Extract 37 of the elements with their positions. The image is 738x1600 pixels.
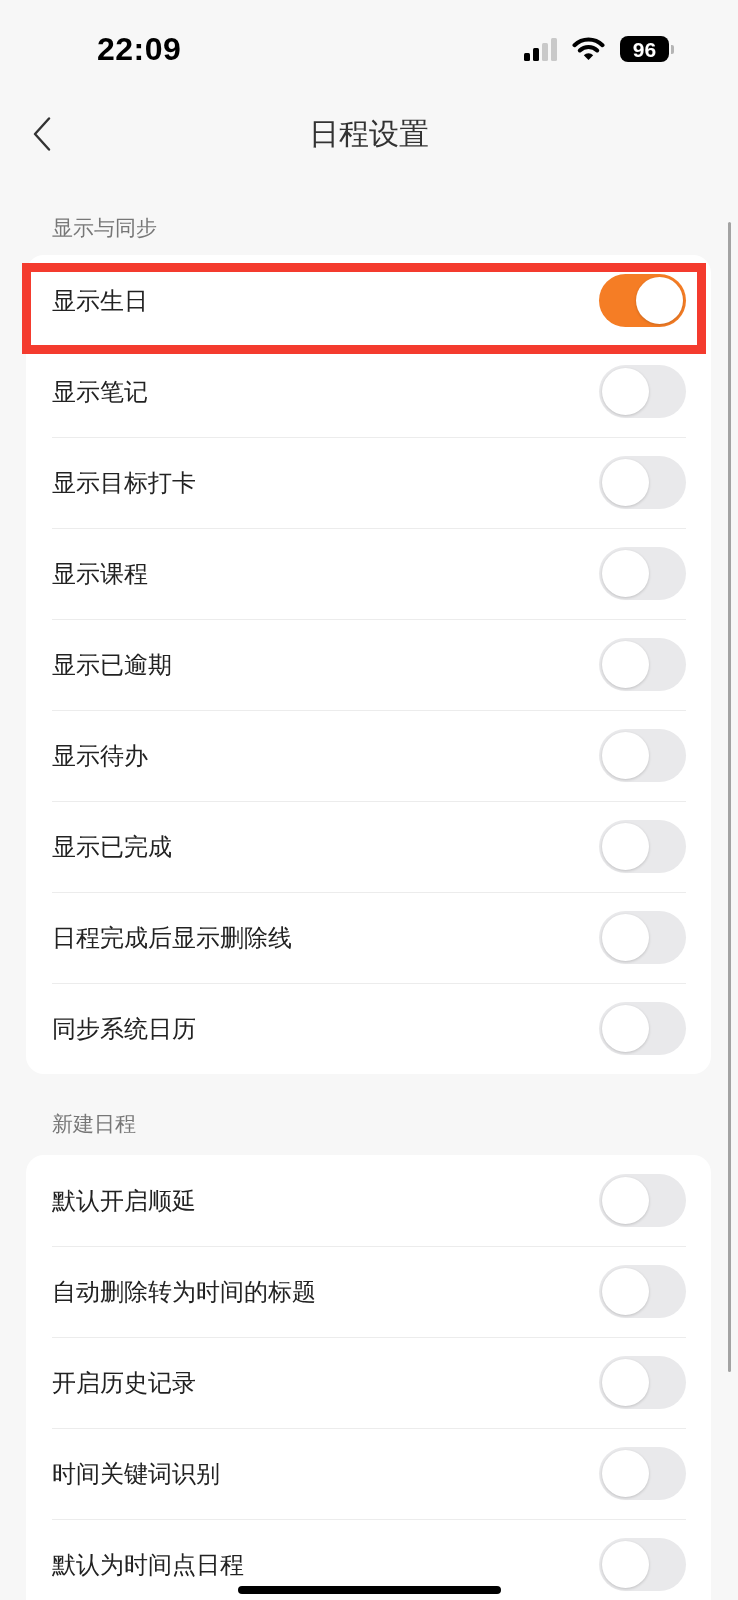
toggle-switch[interactable] <box>599 1538 686 1591</box>
section-header: 新建日程 <box>52 1112 136 1135</box>
toggle-switch[interactable] <box>599 1356 686 1409</box>
setting-label: 日程完成后显示删除线 <box>52 922 292 953</box>
toggle-switch[interactable] <box>599 274 686 327</box>
toggle-switch[interactable] <box>599 1447 686 1500</box>
setting-label: 显示已逾期 <box>52 649 172 680</box>
battery-percentage: 96 <box>620 36 669 62</box>
setting-label: 同步系统日历 <box>52 1013 196 1044</box>
setting-label: 显示笔记 <box>52 376 148 407</box>
toggle-switch[interactable] <box>599 1265 686 1318</box>
setting-label: 显示课程 <box>52 558 148 589</box>
toggle-switch[interactable] <box>599 820 686 873</box>
toggle-switch[interactable] <box>599 729 686 782</box>
toggle-switch[interactable] <box>599 1002 686 1055</box>
section-header: 显示与同步 <box>52 216 157 239</box>
setting-label: 显示生日 <box>52 285 148 316</box>
setting-label: 自动删除转为时间的标题 <box>52 1276 316 1307</box>
setting-label: 默认为时间点日程 <box>52 1549 244 1580</box>
setting-label: 显示待办 <box>52 740 148 771</box>
signal-icon <box>524 37 557 61</box>
toggle-switch[interactable] <box>599 911 686 964</box>
setting-label: 默认开启顺延 <box>52 1185 196 1216</box>
page-title: 日程设置 <box>309 115 429 152</box>
setting-label: 开启历史记录 <box>52 1367 196 1398</box>
clock-time: 22:09 <box>97 30 182 68</box>
setting-label: 时间关键词识别 <box>52 1458 220 1489</box>
toggle-switch[interactable] <box>599 456 686 509</box>
chevron-left-icon <box>33 117 51 151</box>
back-button[interactable] <box>31 115 53 153</box>
toggle-switch[interactable] <box>599 365 686 418</box>
toggle-switch[interactable] <box>599 547 686 600</box>
toggle-switch[interactable] <box>599 1174 686 1227</box>
wifi-icon <box>572 37 605 61</box>
setting-label: 显示目标打卡 <box>52 467 196 498</box>
toggle-switch[interactable] <box>599 638 686 691</box>
setting-label: 显示已完成 <box>52 831 172 862</box>
